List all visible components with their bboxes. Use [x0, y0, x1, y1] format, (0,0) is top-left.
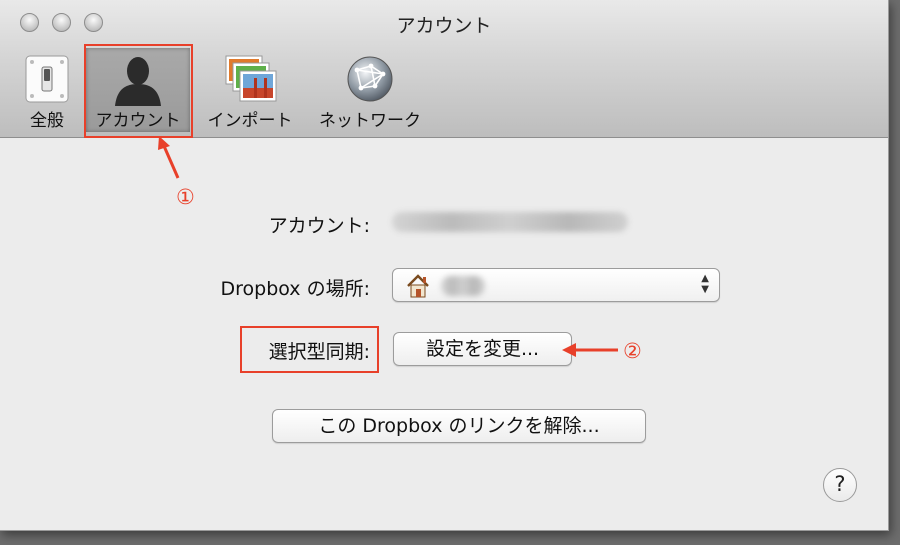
- toolbar-item-network[interactable]: ネットワーク: [308, 48, 432, 132]
- annotation-arrow-2: [562, 343, 618, 357]
- change-settings-button[interactable]: 設定を変更...: [393, 332, 572, 366]
- unlink-dropbox-button[interactable]: この Dropbox のリンクを解除...: [272, 409, 646, 443]
- annotation-highlight-account-tab: [84, 44, 193, 138]
- dropbox-location-popup[interactable]: ▲ ▼: [392, 268, 720, 302]
- account-label: アカウント:: [268, 215, 370, 237]
- network-globe-icon: [345, 54, 395, 108]
- toolbar-item-label: インポート: [207, 111, 293, 131]
- help-button[interactable]: ?: [823, 468, 857, 502]
- dropbox-location-label: Dropbox の場所:: [220, 278, 371, 300]
- home-icon: [405, 273, 431, 303]
- toolbar-item-import[interactable]: インポート: [200, 48, 300, 132]
- annotation-arrow-1: [158, 136, 180, 179]
- account-email-redacted: [392, 212, 628, 232]
- light-switch-icon: [23, 54, 71, 108]
- toolbar-item-label: 全般: [30, 111, 64, 131]
- annotation-step-1: ①: [176, 185, 195, 209]
- toolbar-item-general[interactable]: 全般: [12, 48, 82, 132]
- annotation-step-2: ②: [623, 339, 642, 363]
- selective-sync-label: 選択型同期:: [268, 341, 370, 363]
- popup-stepper-icon: ▲ ▼: [701, 273, 709, 295]
- window-title: アカウント: [396, 15, 492, 37]
- preferences-window: アカウント 全般 アカウント インポート ネットワーク ① アカウント: Dro…: [0, 0, 889, 531]
- toolbar-item-label: ネットワーク: [319, 111, 421, 131]
- photos-import-icon: [222, 54, 278, 108]
- location-path-redacted: [441, 276, 485, 296]
